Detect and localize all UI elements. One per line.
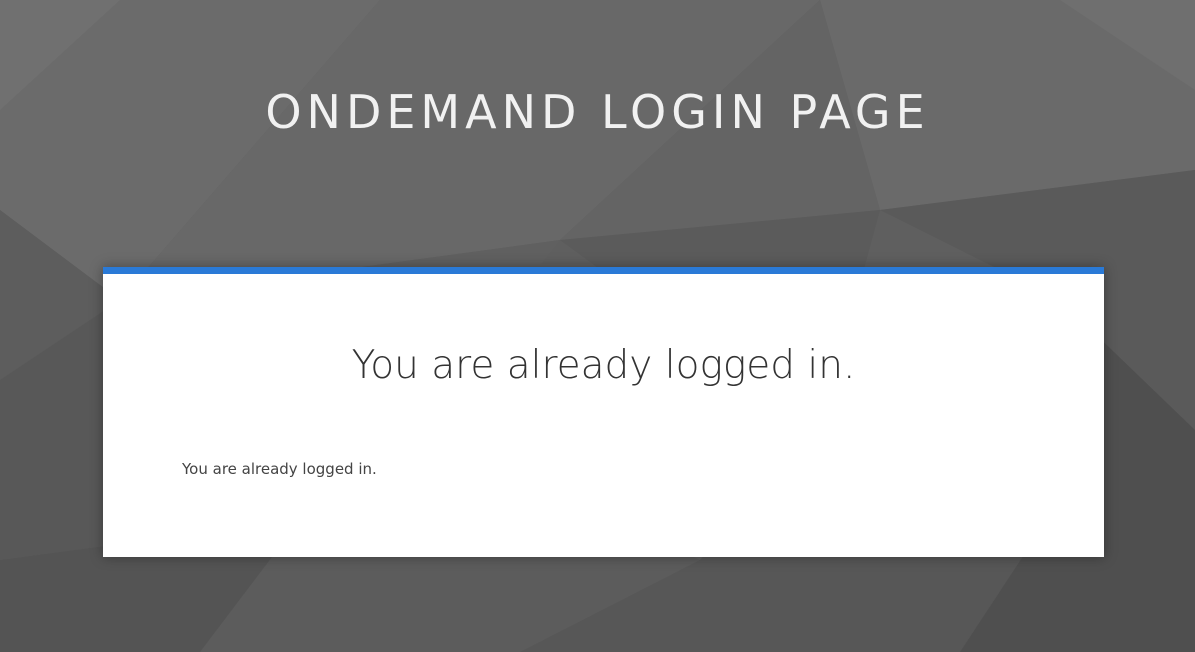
page-title: ONDEMAND LOGIN PAGE xyxy=(265,85,930,139)
status-message: You are already logged in. xyxy=(182,460,377,478)
login-status-card: You are already logged in. You are alrea… xyxy=(103,267,1104,557)
card-heading: You are already logged in. xyxy=(351,343,856,388)
